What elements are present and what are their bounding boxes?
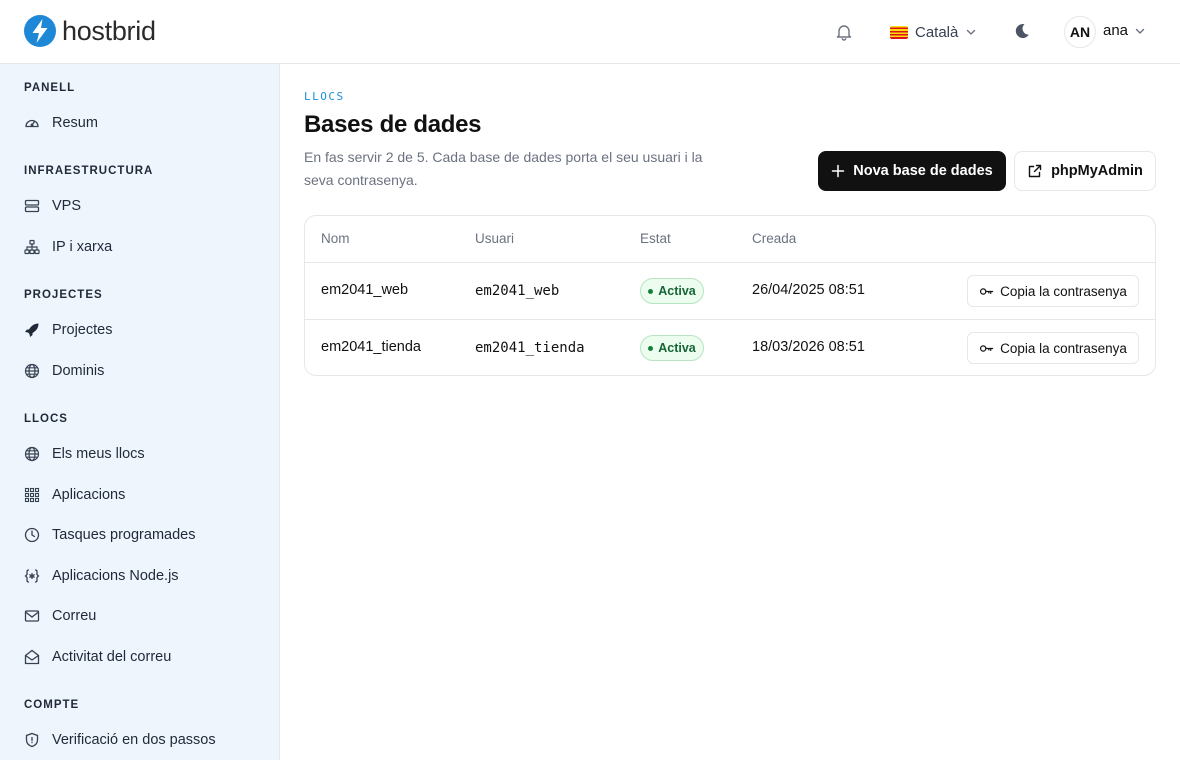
phpmyadmin-button[interactable]: phpMyAdmin [1014,151,1156,191]
database-name: em2041_web [321,282,409,298]
sidebar-item-tasques-programades[interactable]: Tasques programades [24,524,195,546]
column-header-estat: Estat [640,231,671,246]
avatar[interactable]: AN [1064,16,1096,48]
sidebar-item-projectes[interactable]: Projectes [24,319,112,341]
sidebar-item-label: Projectes [52,322,113,338]
mail-open-icon [24,649,40,665]
sidebar-item-vps[interactable]: VPS [24,195,81,217]
sidebar-section-llocs: LLOCS [24,413,68,425]
column-header-creada: Creada [752,231,797,246]
sidebar-item-aplicacions-nodejs[interactable]: Aplicacions Node.js [24,565,179,587]
sidebar-item-label: Activitat del correu [52,649,172,665]
table-row: em2041_tienda em2041_tienda Activa 18/03… [305,319,1155,375]
sidebar-item-label: Els meus llocs [52,446,145,462]
databases-table: Nom Usuari Estat Creada em2041_web em204… [304,215,1156,376]
server-icon [24,199,40,213]
status-badge: Activa [640,278,704,304]
sidebar-item-resum[interactable]: Resum [24,112,98,134]
sidebar-item-aplicacions[interactable]: Aplicacions [24,484,125,506]
sidebar-item-correu[interactable]: Correu [24,605,96,627]
column-header-usuari: Usuari [475,231,515,246]
page-description: En fas servir 2 de 5. Cada base de dades… [304,149,703,188]
sidebar-section-panell: PANELL [24,82,76,94]
sidebar-section-infraestructura: INFRAESTRUCTURA [24,165,154,177]
table-row: em2041_web em2041_web Activa 26/04/2025 … [305,262,1155,319]
copy-password-label: Copia la contrasenya [1000,283,1127,299]
sidebar-item-label: IP i xarxa [52,239,113,255]
rocket-icon [25,323,39,337]
bell-icon[interactable] [834,22,854,42]
bolt-logo-icon [24,15,56,47]
gauge-icon [25,119,39,128]
brand-logo[interactable]: hostbrid [24,15,156,47]
plus-icon [832,164,845,178]
brand-name: hostbrid [62,15,156,46]
chevron-down-icon [967,29,976,35]
sidebar-item-label: Tasques programades [52,527,196,543]
column-header-nom: Nom [321,231,350,246]
sidebar-item-label: VPS [52,198,82,214]
clock-icon [24,527,40,543]
catalan-flag-icon [890,25,908,39]
sidebar-item-label: Verificació en dos passos [52,732,216,748]
status-label: Activa [658,284,696,298]
key-icon [980,287,994,295]
status-dot-icon [648,288,654,294]
database-user: em2041_web [475,283,560,299]
key-icon [980,344,994,352]
globe-icon [24,446,40,462]
shield-icon [25,732,39,748]
breadcrumb: LLOCS [304,90,345,103]
status-dot-icon [648,345,654,351]
copy-password-button[interactable]: Copia la contrasenya [967,332,1139,364]
sidebar-item-label: Dominis [52,363,105,379]
language-selector[interactable]: Català [890,20,977,44]
grid-icon [24,487,40,503]
sidebar-section-compte: COMPTE [24,699,80,711]
sidebar-item-label: Aplicacions Node.js [52,568,179,584]
copy-password-button[interactable]: Copia la contrasenya [967,275,1139,307]
user-name[interactable]: ana [1103,22,1128,39]
database-name: em2041_tienda [321,339,421,355]
sidebar-item-label: Correu [52,608,97,624]
sidebar-item-els-meus-llocs[interactable]: Els meus llocs [24,443,145,465]
created-date: 18/03/2026 08:51 [752,339,865,355]
top-bar: hostbrid Català AN ana [0,0,1180,64]
mail-icon [24,610,40,622]
database-user: em2041_tienda [475,340,585,356]
new-database-label: Nova base de dades [853,163,993,179]
moon-icon[interactable] [1012,21,1032,41]
status-label: Activa [658,341,696,355]
network-icon [24,239,40,255]
external-link-icon [1028,164,1042,178]
sidebar-item-dominis[interactable]: Dominis [24,360,104,382]
sidebar-item-label: Resum [52,115,98,131]
language-label: Català [915,23,959,41]
page-title: Bases de dades [304,111,482,138]
copy-password-label: Copia la contrasenya [1000,340,1127,356]
globe-icon [24,363,40,379]
status-badge: Activa [640,335,704,361]
chevron-down-icon[interactable] [1134,25,1146,37]
created-date: 26/04/2025 08:51 [752,282,865,298]
code-braces-icon [24,569,40,583]
sidebar-item-verificacio[interactable]: Verificació en dos passos [24,729,216,751]
phpmyadmin-label: phpMyAdmin [1051,163,1143,179]
sidebar-section-projectes: PROJECTES [24,289,103,301]
new-database-button[interactable]: Nova base de dades [818,151,1006,191]
sidebar-item-activitat-correu[interactable]: Activitat del correu [24,646,171,668]
sidebar-item-label: Aplicacions [52,487,126,503]
sidebar-item-ip-xarxa[interactable]: IP i xarxa [24,236,112,258]
